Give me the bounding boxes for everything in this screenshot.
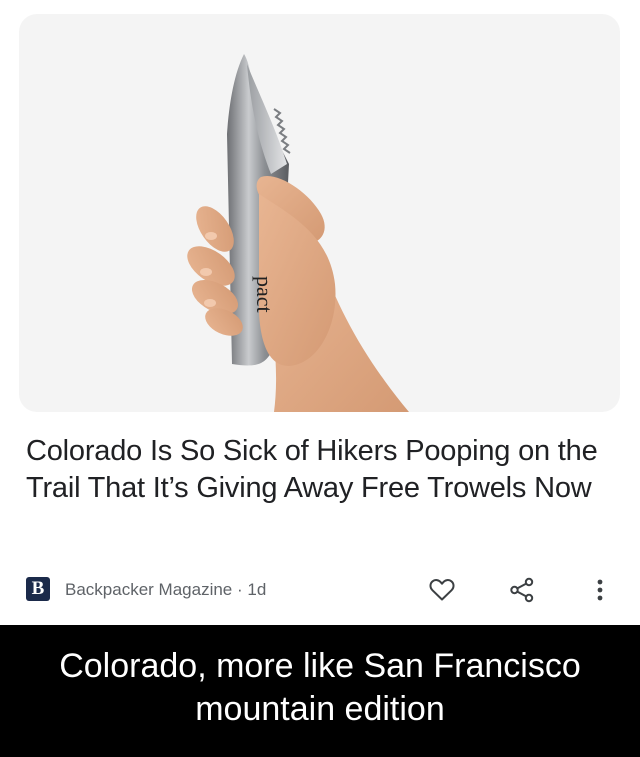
more-options-button[interactable] [584,575,616,605]
publisher-byline[interactable]: Backpacker Magazine · 1d [65,580,266,600]
article-image[interactable]: pact [19,14,620,412]
trowel-hand-illustration: pact [187,54,409,412]
vertical-dots-icon [597,579,603,601]
heart-outline-icon [429,579,455,601]
publisher-logo[interactable]: B [26,577,50,601]
trowel-brand-label: pact [252,276,277,313]
like-button[interactable] [426,575,458,605]
share-icon [510,577,534,603]
share-button[interactable] [506,575,538,605]
article-headline[interactable]: Colorado Is So Sick of Hikers Pooping on… [26,433,606,507]
meme-caption-text: Colorado, more like San Francisco mounta… [59,647,581,728]
article-meta-row: B Backpacker Magazine · 1d [26,575,616,605]
meme-caption-bar: Colorado, more like San Francisco mounta… [0,625,640,757]
news-card[interactable]: pact Colorado Is So Sick of Hikers Poopi… [0,0,640,625]
